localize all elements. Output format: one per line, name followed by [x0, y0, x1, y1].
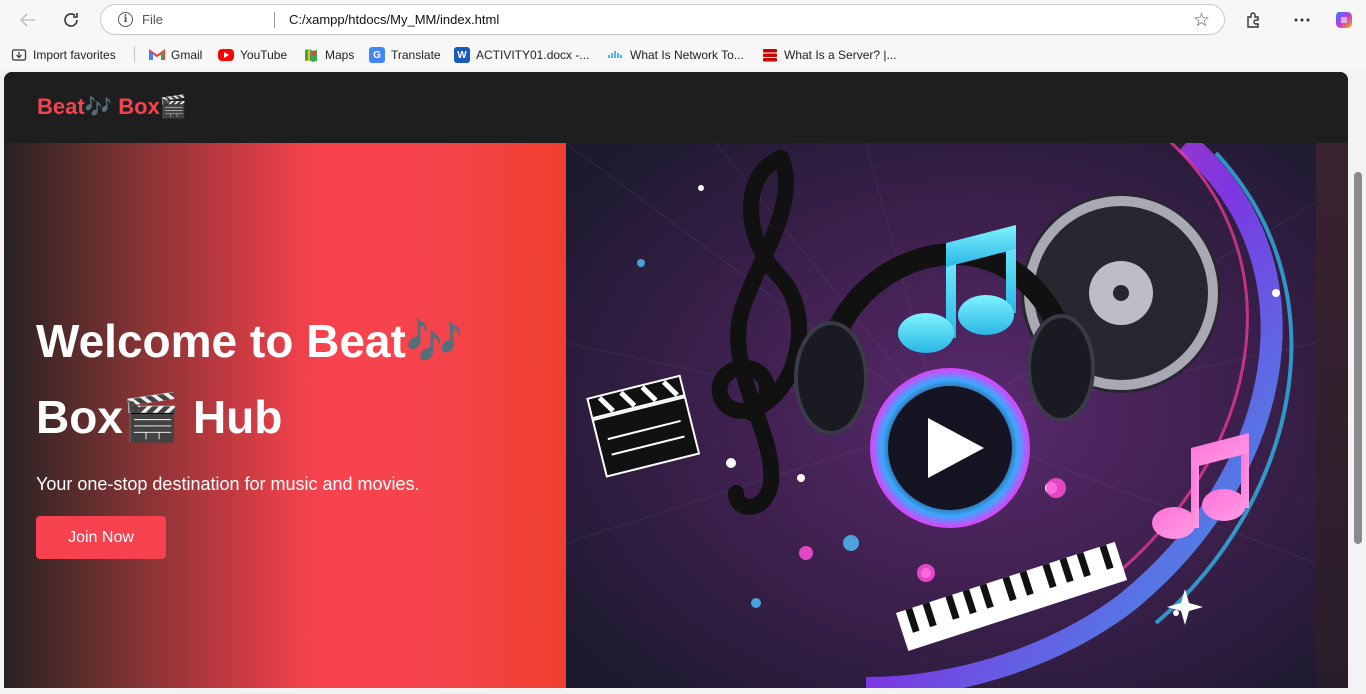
bookmarks-divider	[134, 46, 135, 63]
maps-icon	[303, 47, 319, 63]
hero-music-movie-image	[566, 143, 1316, 688]
join-now-button[interactable]: Join Now	[36, 516, 166, 559]
bookmark-label: Gmail	[171, 48, 203, 62]
address-url[interactable]: C:/xampp/htdocs/My_MM/index.html	[289, 12, 499, 27]
browser-toolbar: i File C:/xampp/htdocs/My_MM/index.html …	[0, 0, 1366, 40]
bookmark-import-favorites[interactable]: Import favorites	[11, 47, 116, 63]
bookmarks-bar: Import favorites Gmail YouTube Maps G Tr…	[0, 40, 1366, 70]
bookmark-what-is-a-server[interactable]: What Is a Server? |...	[762, 47, 897, 63]
hero-subtitle: Your one-stop destination for music and …	[36, 474, 420, 494]
server-icon	[762, 47, 778, 63]
bookmark-network-topology[interactable]: What Is Network To...	[608, 47, 744, 63]
more-menu-icon[interactable]	[1288, 6, 1316, 34]
page-viewport: Beat🎶 Box🎬 Welcome to Beat🎶 Box🎬 Hub You…	[4, 72, 1348, 688]
info-icon[interactable]: i	[118, 12, 133, 27]
youtube-icon	[218, 49, 234, 61]
address-divider	[274, 12, 275, 28]
copilot-icon[interactable]	[1330, 6, 1358, 34]
bookmark-translate[interactable]: G Translate	[369, 47, 441, 63]
cisco-icon	[608, 47, 624, 63]
back-arrow-icon[interactable]	[14, 6, 42, 34]
hero-right-edge	[1316, 143, 1348, 688]
import-icon	[11, 47, 27, 63]
word-icon: W	[454, 47, 470, 63]
translate-icon: G	[369, 47, 385, 63]
site-navbar: Beat🎶 Box🎬	[4, 72, 1348, 143]
favorite-star-icon[interactable]: ☆	[1193, 9, 1210, 32]
extensions-icon[interactable]	[1240, 6, 1268, 34]
bookmark-label: Maps	[325, 48, 355, 62]
bookmark-gmail[interactable]: Gmail	[149, 47, 202, 63]
hero-section: Welcome to Beat🎶 Box🎬 Hub Your one-stop …	[4, 143, 1348, 688]
bookmark-label: YouTube	[240, 48, 288, 62]
bookmark-label: Import favorites	[33, 48, 116, 62]
address-scheme: File	[142, 12, 163, 27]
hero-title: Welcome to Beat🎶 Box🎬 Hub	[36, 315, 464, 443]
bookmark-youtube[interactable]: YouTube	[218, 47, 287, 63]
bookmark-label: What Is a Server? |...	[784, 48, 897, 62]
refresh-icon[interactable]	[57, 6, 85, 34]
address-bar[interactable]: i File C:/xampp/htdocs/My_MM/index.html …	[100, 4, 1225, 35]
scrollbar-thumb[interactable]	[1354, 172, 1362, 544]
bookmark-activity01-docx[interactable]: W ACTIVITY01.docx -...	[454, 47, 589, 63]
hero-text-panel: Welcome to Beat🎶 Box🎬 Hub Your one-stop …	[4, 143, 566, 688]
bookmark-maps[interactable]: Maps	[303, 47, 354, 63]
page-scrollbar[interactable]	[1348, 72, 1366, 688]
bookmark-label: Translate	[391, 48, 441, 62]
gmail-icon	[149, 47, 165, 63]
bookmark-label: ACTIVITY01.docx -...	[476, 48, 590, 62]
site-logo[interactable]: Beat🎶 Box🎬	[37, 94, 187, 120]
bookmark-label: What Is Network To...	[630, 48, 744, 62]
